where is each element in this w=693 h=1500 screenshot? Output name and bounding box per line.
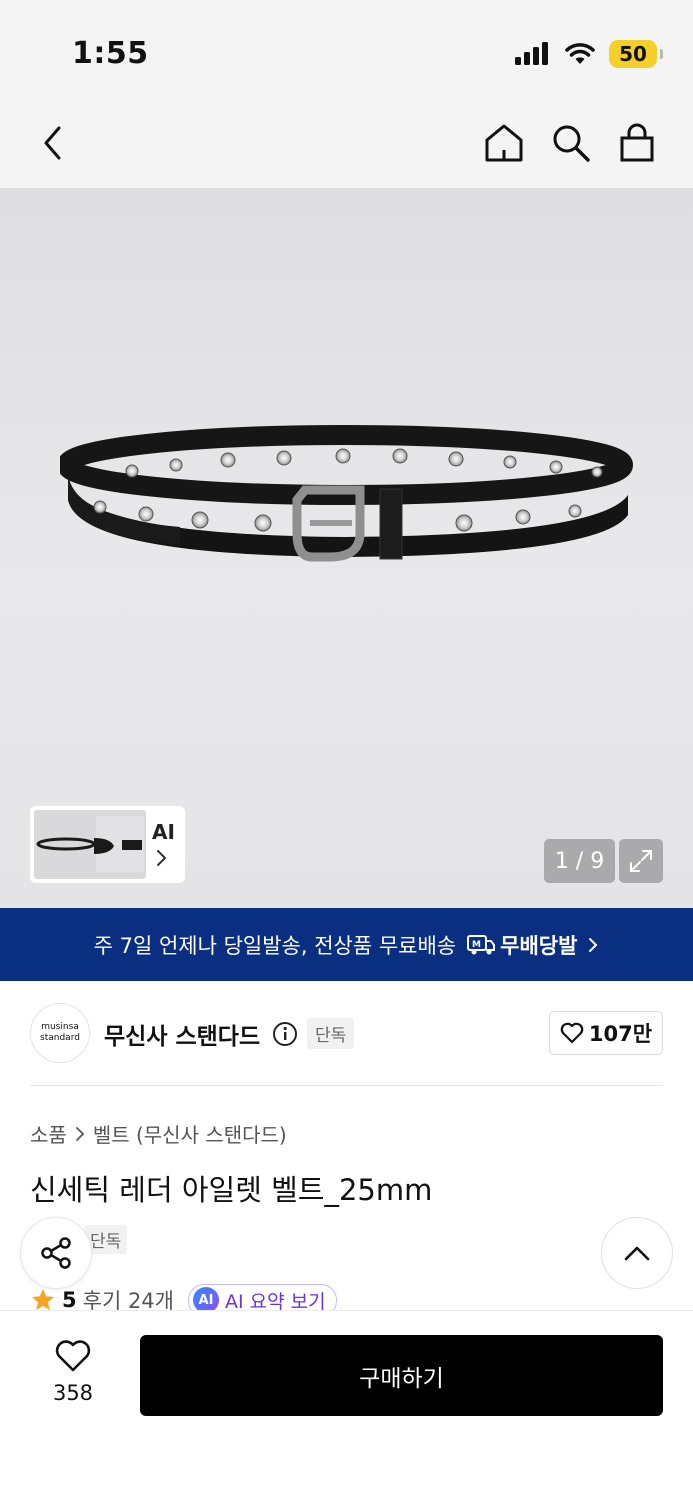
battery-indicator: 50 [609,40,663,68]
bottom-action-bar: 358 구매하기 [0,1310,693,1500]
breadcrumb-category[interactable]: 소품 [30,1119,67,1148]
image-page-counter: 1 / 9 [544,839,615,883]
cart-button[interactable] [612,118,662,168]
brand-logo-line2: standard [40,1033,80,1043]
status-icons: 50 [515,40,663,68]
thumbnail-image [34,810,146,879]
status-bar: 1:55 50 [0,0,693,98]
share-icon [41,1237,71,1269]
promo-brand: M 무배당발 [466,930,577,960]
search-button[interactable] [546,118,596,168]
shopping-bag-icon [620,123,654,162]
search-icon [553,125,590,162]
share-button[interactable] [20,1217,92,1289]
exclusive-badge: 단독 [307,1018,355,1049]
back-button[interactable] [28,118,78,168]
promo-brand-label: 무배당발 [500,933,578,958]
info-icon[interactable] [272,1021,298,1047]
thumbnail-belt-icon [36,816,144,872]
delivery-truck-icon: M [467,934,496,954]
top-nav [0,98,693,188]
scroll-top-button[interactable] [601,1217,673,1289]
fullscreen-button[interactable] [619,839,663,883]
brand-logo-line1: musinsa [41,1022,79,1032]
status-time: 1:55 [72,36,149,71]
ai-thumbnail-card[interactable] [30,806,185,883]
heart-icon [55,1340,91,1372]
chevron-right-icon [157,850,167,866]
expand-icon [630,850,652,872]
thumbnail-ai-label: AI [152,820,175,844]
rating-score: 5 [62,1288,77,1312]
free-delivery-banner[interactable]: 주 7일 언제나 당일발송, 전상품 무료배송 M 무배당발 [0,908,693,981]
signal-icon [515,42,548,65]
brand-like-count: 107만 [588,1022,653,1046]
brand-logo[interactable]: musinsa standard [30,1003,90,1063]
breadcrumb-subcategory[interactable]: 벨트 (무신사 스탠다드) [93,1119,287,1148]
chevron-up-icon [624,1246,650,1261]
chevron-left-icon [44,126,61,160]
breadcrumb: 소품 벨트 (무신사 스탠다드) [30,1119,287,1148]
home-icon [485,124,523,162]
brand-like-button[interactable]: 107만 [549,1011,663,1055]
chevron-right-icon [75,1126,85,1141]
chevron-right-icon [589,937,598,952]
brand-name[interactable]: 무신사 스탠다드 [104,1017,260,1051]
divider [30,1085,663,1086]
heart-icon [560,1022,584,1044]
buy-button[interactable]: 구매하기 [140,1335,663,1416]
belt-product-image [60,425,633,562]
promo-text: 주 7일 언제나 당일발송, 전상품 무료배송 [93,933,457,958]
brand-row: musinsa standard 무신사 스탠다드 단독 107만 [30,1003,663,1063]
product-title: 신세틱 레더 아일렛 벨트_25mm [30,1173,433,1207]
wishlist-count: 358 [52,1381,94,1405]
wifi-icon [565,43,595,64]
svg-text:M: M [472,940,481,950]
wishlist-button[interactable]: 358 [30,1339,116,1405]
home-button[interactable] [479,118,529,168]
